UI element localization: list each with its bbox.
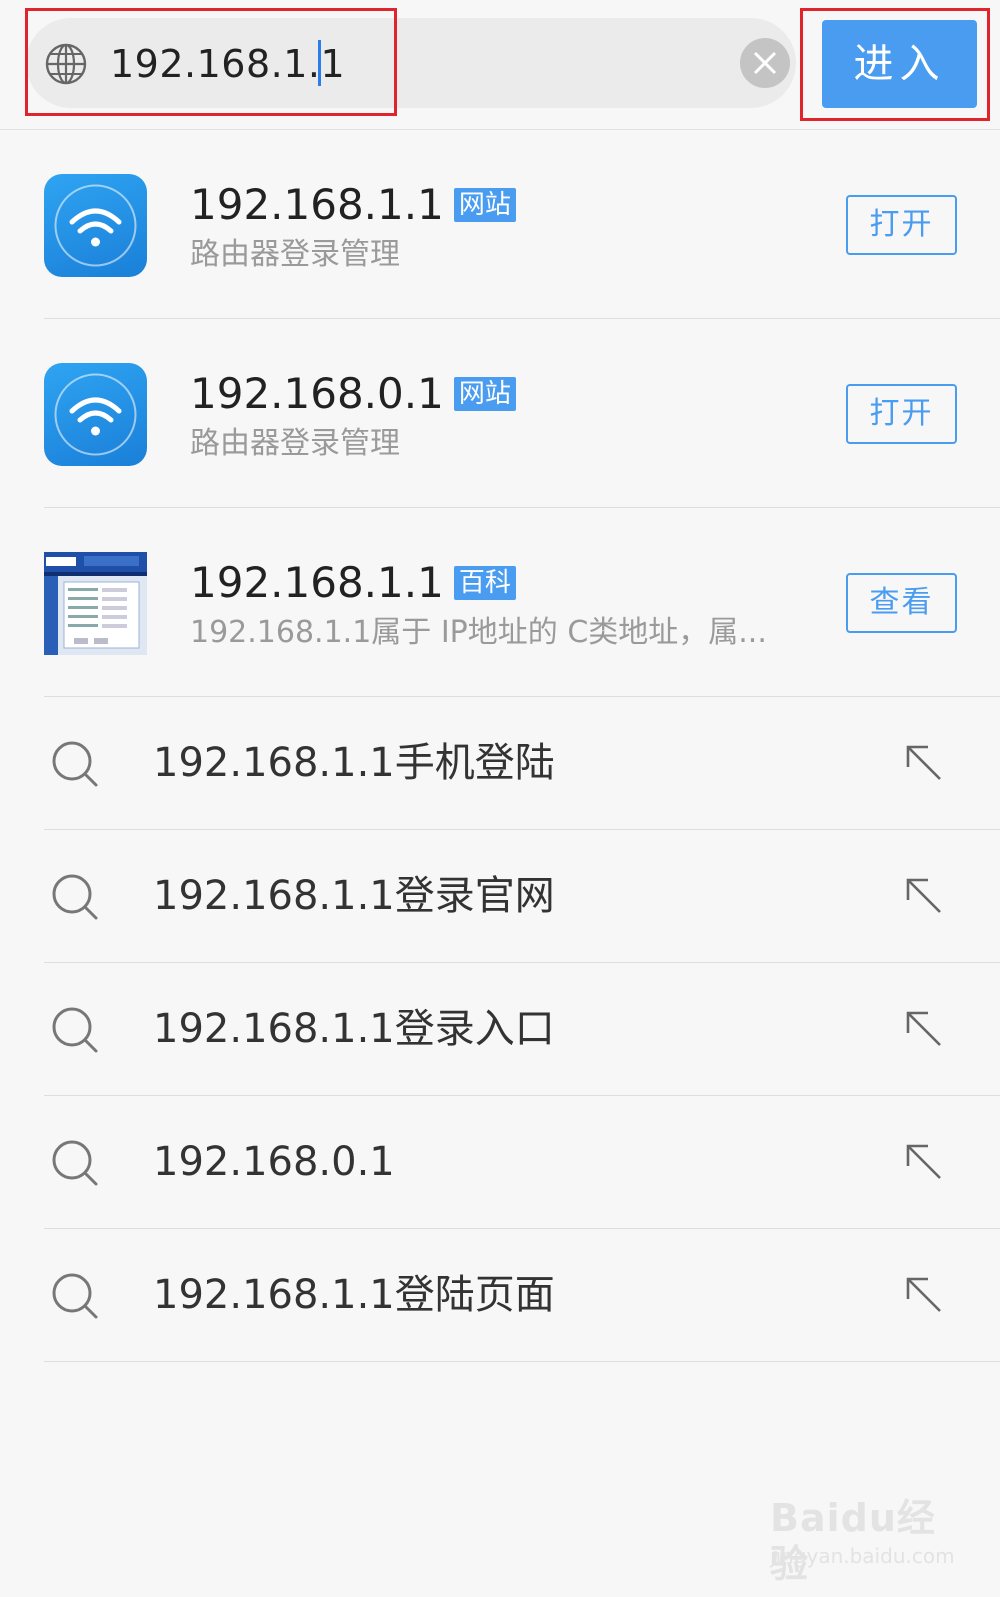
result-subtitle: 路由器登录管理 <box>190 426 400 461</box>
view-button[interactable]: 查看 <box>846 573 957 633</box>
fill-arrow-icon[interactable] <box>904 876 944 916</box>
result-badge: 网站 <box>453 188 516 222</box>
wifi-icon <box>44 363 147 466</box>
result-title: 192.168.0.1 网站 <box>190 369 516 419</box>
watermark-logo: Baidu经验 <box>770 1496 936 1586</box>
suggestion-text: 192.168.1.1登陆页面 <box>153 1272 555 1318</box>
open-button[interactable]: 打开 <box>846 384 957 444</box>
divider <box>44 1361 1000 1362</box>
clear-input-button[interactable] <box>740 38 790 88</box>
result-badge: 网站 <box>453 377 516 411</box>
result-subtitle: 路由器登录管理 <box>190 237 400 272</box>
suggestion-text: 192.168.1.1登录入口 <box>153 1006 555 1052</box>
watermark-url: jingyan.baidu.com <box>770 1544 955 1568</box>
result-card[interactable]: 192.168.0.1 网站 路由器登录管理 打开 <box>0 319 1000 508</box>
address-bar: 192.168.1.1 进入 <box>0 0 1000 130</box>
suggestion-text: 192.168.1.1手机登陆 <box>153 740 555 786</box>
fill-arrow-icon[interactable] <box>904 1009 944 1049</box>
search-icon <box>52 1007 98 1053</box>
fill-arrow-icon[interactable] <box>904 1142 944 1182</box>
search-icon <box>52 1140 98 1186</box>
enter-button[interactable]: 进入 <box>822 20 977 108</box>
result-badge: 百科 <box>453 566 516 600</box>
result-title: 192.168.1.1 网站 <box>190 180 516 230</box>
fill-arrow-icon[interactable] <box>904 1275 944 1315</box>
baidu-jingyan-watermark: Baidu经验 jingyan.baidu.com <box>770 1495 970 1586</box>
search-icon <box>52 874 98 920</box>
result-subtitle: 192.168.1.1属于 IP地址的 C类地址，属... <box>190 615 767 650</box>
suggestion-item[interactable]: 192.168.1.1登录官网 <box>0 830 1000 963</box>
fill-arrow-icon[interactable] <box>904 743 944 783</box>
result-title: 192.168.1.1 百科 <box>190 558 516 608</box>
url-input-value[interactable]: 192.168.1.1 <box>110 38 345 90</box>
search-icon <box>52 741 98 787</box>
result-card[interactable]: 192.168.1.1 网站 路由器登录管理 打开 <box>0 130 1000 319</box>
wifi-icon <box>44 174 147 277</box>
suggestion-item[interactable]: 192.168.1.1手机登陆 <box>0 697 1000 830</box>
suggestion-text: 192.168.1.1登录官网 <box>153 873 555 919</box>
suggestion-item[interactable]: 192.168.1.1登录入口 <box>0 963 1000 1096</box>
search-icon <box>52 1273 98 1319</box>
open-button[interactable]: 打开 <box>846 195 957 255</box>
globe-icon <box>45 43 87 85</box>
close-icon <box>753 51 777 75</box>
result-card[interactable]: 192.168.1.1 百科 192.168.1.1属于 IP地址的 C类地址，属… <box>0 508 1000 697</box>
suggestion-item[interactable]: 192.168.1.1登陆页面 <box>0 1229 1000 1362</box>
suggestion-item[interactable]: 192.168.0.1 <box>0 1096 1000 1229</box>
suggestion-text: 192.168.0.1 <box>153 1139 395 1185</box>
result-title-text: 192.168.1.1 <box>190 180 444 229</box>
text-cursor <box>318 40 321 86</box>
router-screenshot-thumbnail <box>44 552 147 655</box>
result-title-text: 192.168.1.1 <box>190 558 444 607</box>
result-title-text: 192.168.0.1 <box>190 369 444 418</box>
